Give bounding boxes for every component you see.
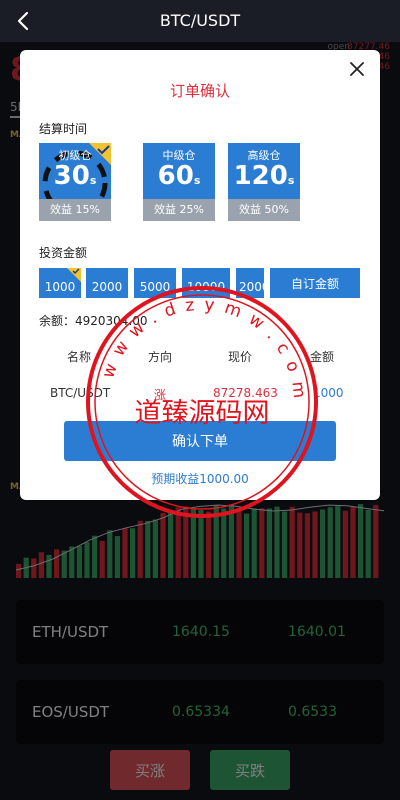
amount-option[interactable]: 1000 <box>39 268 81 298</box>
selected-check-icon <box>67 268 81 282</box>
amount-option-label: 10000 <box>186 280 226 294</box>
custom-amount-button[interactable]: 自订金额 <box>270 268 360 298</box>
expected-profit: 预期收益1000.00 <box>151 472 249 486</box>
period-seconds: 30s <box>39 161 111 191</box>
table-header-direction: 方向 <box>148 350 173 364</box>
amount-option-label: 1000 <box>44 280 76 294</box>
period-seconds: 120s <box>228 161 300 191</box>
order-confirm-dialog: 订单确认 结算时间 初级仓 30s 效益 15% 中级仓 60s 效益 25% <box>20 50 380 500</box>
period-yield: 效益 25% <box>143 199 215 221</box>
table-header-name: 名称 <box>67 350 92 364</box>
close-icon <box>350 62 364 76</box>
order-pair-name: BTC/USDT <box>50 386 111 400</box>
amount-option[interactable]: 5000 <box>134 268 176 298</box>
table-header-amount: 金额 <box>310 350 335 364</box>
balance-text: 余额：4920304.00 <box>39 314 148 328</box>
close-button[interactable] <box>346 58 368 80</box>
period-option-30s[interactable]: 初级仓 30s 效益 15% <box>39 143 111 221</box>
order-amount: 1000 <box>313 386 344 400</box>
period-seconds-unit: s <box>287 174 295 187</box>
amount-option-label: 5000 <box>139 280 171 294</box>
investment-amount-label: 投资金额 <box>39 246 88 260</box>
period-seconds-value: 60 <box>157 161 194 191</box>
period-seconds-value: 120 <box>233 161 288 191</box>
period-seconds-unit: s <box>193 174 201 187</box>
amount-option[interactable]: 2000 <box>236 268 264 298</box>
amount-option-label: 2000 <box>239 280 264 294</box>
selected-check-icon <box>89 143 111 165</box>
period-yield: 效益 50% <box>228 199 300 221</box>
period-option-60s[interactable]: 中级仓 60s 效益 25% <box>143 143 215 221</box>
confirm-order-button[interactable]: 确认下单 <box>64 421 336 461</box>
page-title: BTC/USDT <box>159 11 241 30</box>
period-yield: 效益 15% <box>39 199 111 221</box>
order-price: 87278.463 <box>213 386 278 400</box>
table-header-price: 现价 <box>228 350 253 364</box>
amount-option[interactable]: 2000 <box>86 268 128 298</box>
dialog-title: 订单确认 <box>169 82 230 100</box>
amount-option-label: 2000 <box>91 280 123 294</box>
period-seconds-value: 30 <box>53 161 90 191</box>
period-seconds-unit: s <box>89 174 97 187</box>
settlement-time-label: 结算时间 <box>39 122 88 136</box>
period-seconds: 60s <box>143 161 215 191</box>
trade-page: BTC/USDT 8 open 87277.46 87277.46 87277.… <box>0 0 400 800</box>
amount-option[interactable]: 10000 <box>182 268 230 298</box>
order-direction: 涨 <box>154 388 167 402</box>
top-bar: BTC/USDT <box>0 0 400 42</box>
period-option-120s[interactable]: 高级仓 120s 效益 50% <box>228 143 300 221</box>
